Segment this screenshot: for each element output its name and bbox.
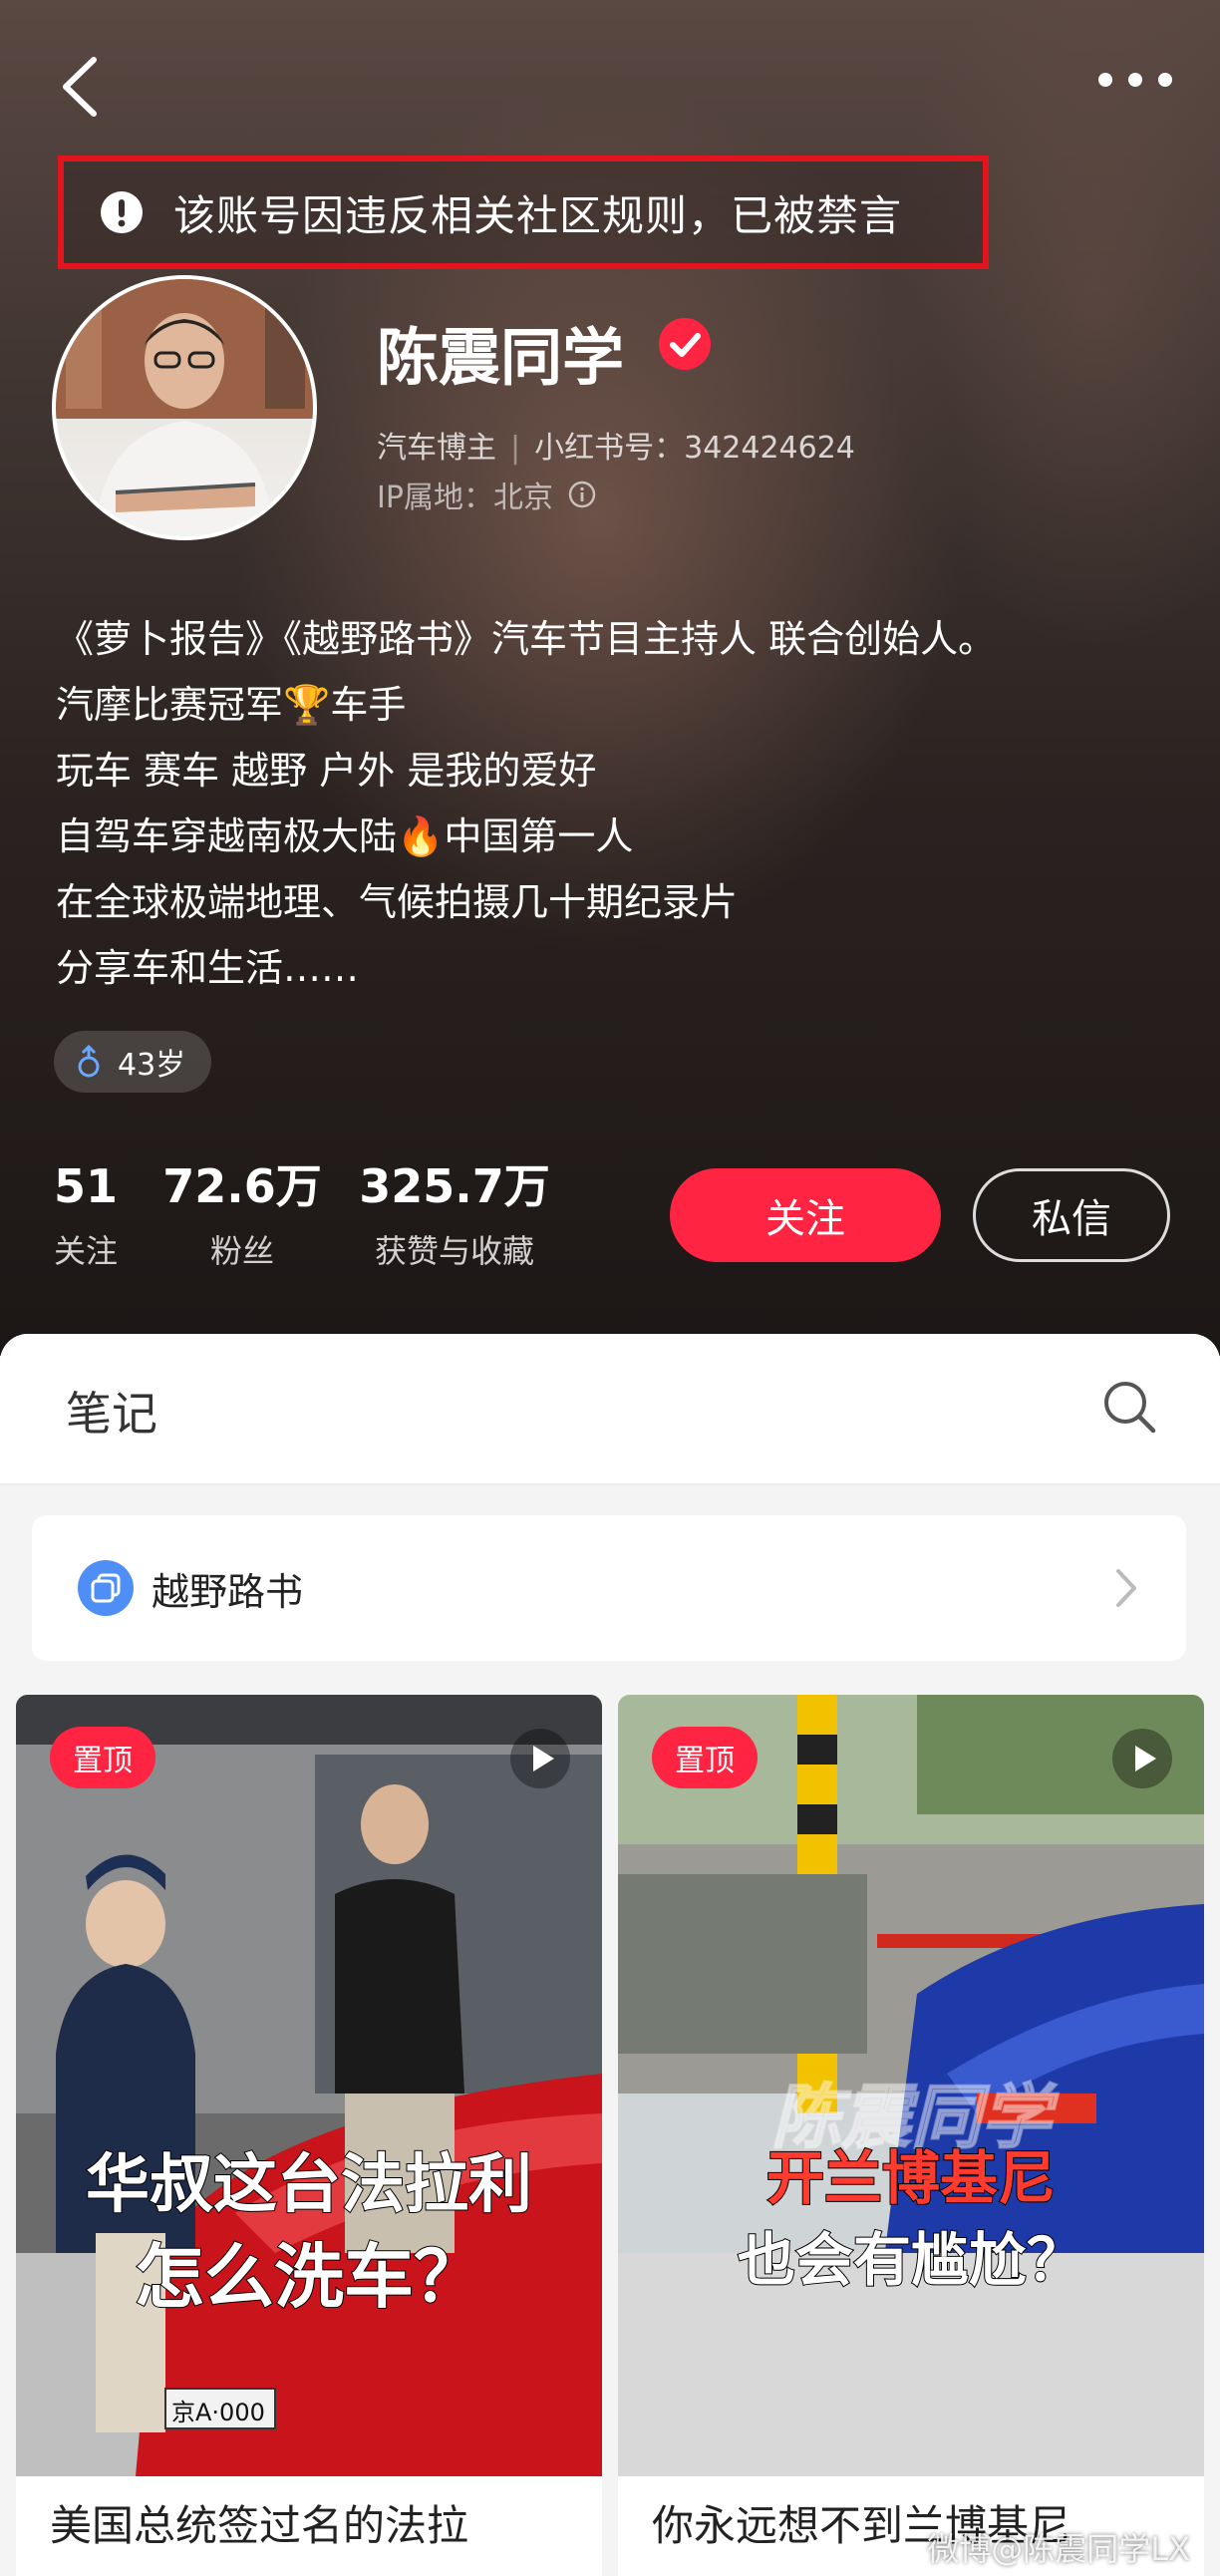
stat-following[interactable]: 51 关注	[38, 1156, 134, 1272]
collection-row[interactable]: 越野路书	[32, 1515, 1186, 1661]
cover-headline-2: 也会有尴尬？	[737, 2225, 1085, 2295]
stat-likes[interactable]: 325.7万 获赞与收藏	[355, 1156, 554, 1272]
content-panel: 笔记 越野路书 置顶 华叔这台法拉利 怎么洗车？ 京A·000 美国总统签过名的…	[0, 1334, 1220, 2576]
follow-button[interactable]: 关注	[670, 1168, 941, 1262]
info-icon[interactable]	[567, 480, 597, 509]
bio-line: 汽摩比赛冠军🏆车手	[56, 683, 407, 727]
ip-label: IP属地：北京	[377, 481, 553, 515]
ban-notice-text: 该账号因违反相关社区规则，已被禁言	[173, 190, 903, 240]
verified-icon	[659, 318, 711, 370]
chevron-right-icon	[1116, 1569, 1136, 1607]
stat-fans[interactable]: 72.6万 粉丝	[159, 1156, 325, 1272]
bio: 《萝卜报告》《越野路书》汽车节目主持人 联合创始人。 汽摩比赛冠军🏆车手 玩车 …	[56, 606, 996, 1001]
note-title: 美国总统签过名的法拉	[50, 2501, 469, 2550]
likes-label: 获赞与收藏	[374, 1232, 534, 1270]
profile-meta: 汽车博主 | 小红书号：342424624	[377, 423, 855, 467]
search-icon[interactable]	[1100, 1378, 1158, 1436]
note-card[interactable]: 置顶 华叔这台法拉利 怎么洗车？ 京A·000 美国总统签过名的法拉	[16, 1695, 602, 2576]
ip-location: IP属地：北京	[377, 473, 597, 516]
meta-divider: |	[510, 431, 521, 466]
collection-icon	[78, 1560, 134, 1616]
bio-line: 《萝卜报告》《越野路书》汽车节目主持人 联合创始人。	[56, 617, 997, 661]
pinned-badge: 置顶	[652, 1727, 758, 1788]
ban-notice-banner: 该账号因违反相关社区规则，已被禁言	[58, 156, 989, 269]
profile-header: 该账号因违反相关社区规则，已被禁言 陈震同学 汽车博主 | 小红书号：3424246…	[0, 0, 1220, 1356]
cover-headline-1: 华叔这台法拉利	[85, 2147, 533, 2223]
play-icon	[510, 1729, 570, 1788]
category-label: 汽车博主	[377, 431, 496, 466]
cover-headline-2: 怎么洗车？	[134, 2235, 484, 2319]
collection-label: 越野路书	[152, 1569, 304, 1614]
bio-line: 自驾车穿越南极大陆🔥中国第一人	[56, 814, 634, 858]
avatar[interactable]	[52, 275, 317, 540]
age-label: 43岁	[118, 1048, 186, 1083]
note-cover: 置顶 华叔这台法拉利 怎么洗车？ 京A·000	[16, 1695, 602, 2476]
user-id[interactable]: 小红书号：342424624	[534, 431, 855, 466]
note-card[interactable]: 置顶 陈震同学 开兰博基尼 也会有尴尬？ 你永远想不到兰博基尼	[618, 1695, 1204, 2576]
back-icon[interactable]	[52, 52, 112, 122]
note-cover-image	[16, 1695, 602, 2476]
age-tag: 43岁	[54, 1031, 212, 1093]
cover-headline-1: 开兰博基尼	[765, 2143, 1057, 2213]
play-icon	[1112, 1729, 1172, 1788]
likes-count: 325.7万	[359, 1159, 550, 1213]
fans-count: 72.6万	[162, 1159, 322, 1213]
male-icon	[78, 1045, 100, 1078]
watermark: 微博@陈震同学LX	[927, 2530, 1190, 2568]
bio-line: 在全球极端地理、气候拍摄几十期纪录片	[56, 880, 739, 924]
nickname: 陈震同学	[377, 321, 625, 394]
message-button[interactable]: 私信	[973, 1168, 1170, 1262]
fans-label: 粉丝	[209, 1232, 274, 1270]
bio-line: 玩车 赛车 越野 户外 是我的爱好	[56, 749, 597, 793]
more-options-icon[interactable]	[1090, 60, 1180, 100]
tab-notes[interactable]: 笔记	[66, 1378, 157, 1444]
following-count: 51	[53, 1159, 118, 1213]
bio-line: 分享车和生活……	[56, 946, 360, 990]
pinned-badge: 置顶	[50, 1727, 155, 1788]
license-plate: 京A·000	[171, 2399, 265, 2426]
note-cover: 置顶 陈震同学 开兰博基尼 也会有尴尬？	[618, 1695, 1204, 2476]
following-label: 关注	[53, 1232, 118, 1270]
warning-icon	[101, 191, 143, 233]
tab-bar: 笔记	[0, 1334, 1220, 1485]
